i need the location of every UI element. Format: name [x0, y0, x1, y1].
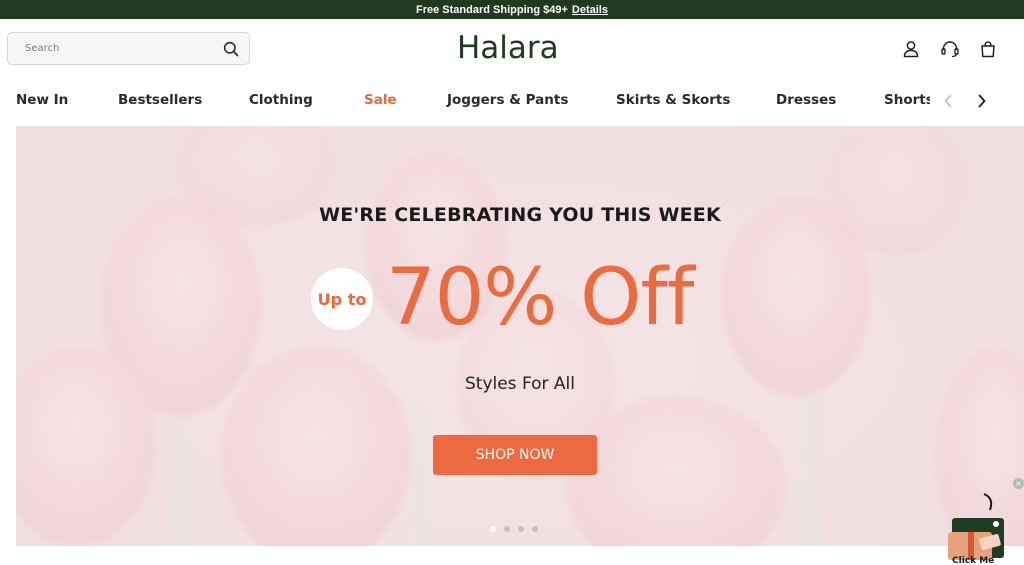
promo-close-icon[interactable]: × [1013, 478, 1024, 489]
support-headset-icon[interactable] [940, 39, 960, 59]
promo-gift-widget[interactable] [944, 492, 1010, 565]
shop-now-button[interactable]: SHOP NOW [433, 435, 597, 475]
hero-banner[interactable]: WE'RE CELEBRATING YOU THIS WEEK Up to 70… [16, 126, 1024, 546]
nav-item-joggers-pants[interactable]: Joggers & Pants [447, 92, 568, 108]
category-nav-track: New In Bestsellers Clothing Sale Joggers… [0, 86, 930, 116]
nav-item-clothing[interactable]: Clothing [249, 92, 313, 108]
carousel-dot[interactable] [490, 526, 496, 532]
search-box[interactable] [7, 32, 250, 65]
search-input[interactable] [25, 43, 223, 54]
nav-item-new-in[interactable]: New In [16, 92, 68, 108]
announcement-text: Free Standard Shipping $49+ [416, 3, 568, 16]
carousel-dot[interactable] [518, 526, 524, 532]
nav-item-sale[interactable]: Sale [364, 92, 397, 108]
gift-tag-icon [948, 493, 1004, 560]
nav-item-shorts[interactable]: Shorts [884, 92, 930, 108]
nav-item-bestsellers[interactable]: Bestsellers [118, 92, 202, 108]
hero-subtitle: Styles For All [464, 374, 575, 394]
promo-label[interactable]: Click Me [952, 556, 994, 565]
account-icon[interactable] [901, 39, 921, 59]
carousel-dots [490, 526, 538, 532]
chevron-left-icon[interactable] [940, 92, 956, 110]
carousel-dot[interactable] [532, 526, 538, 532]
nav-item-skirts-skorts[interactable]: Skirts & Skorts [616, 92, 730, 108]
nav-item-dresses[interactable]: Dresses [776, 92, 836, 108]
chevron-right-icon[interactable] [974, 92, 990, 110]
shopping-bag-icon[interactable] [978, 39, 998, 59]
hero-offer: 70% Off [386, 253, 694, 343]
site-logo[interactable]: Halara [457, 28, 559, 68]
category-nav: New In Bestsellers Clothing Sale Joggers… [0, 86, 1024, 116]
announcement-details-link[interactable]: Details [572, 4, 608, 16]
search-icon[interactable] [223, 41, 239, 57]
upto-badge: Up to [311, 268, 373, 330]
carousel-dot[interactable] [504, 526, 510, 532]
announcement-bar: Free Standard Shipping $49+ Details [0, 0, 1024, 19]
hero-title: WE'RE CELEBRATING YOU THIS WEEK [319, 204, 721, 226]
